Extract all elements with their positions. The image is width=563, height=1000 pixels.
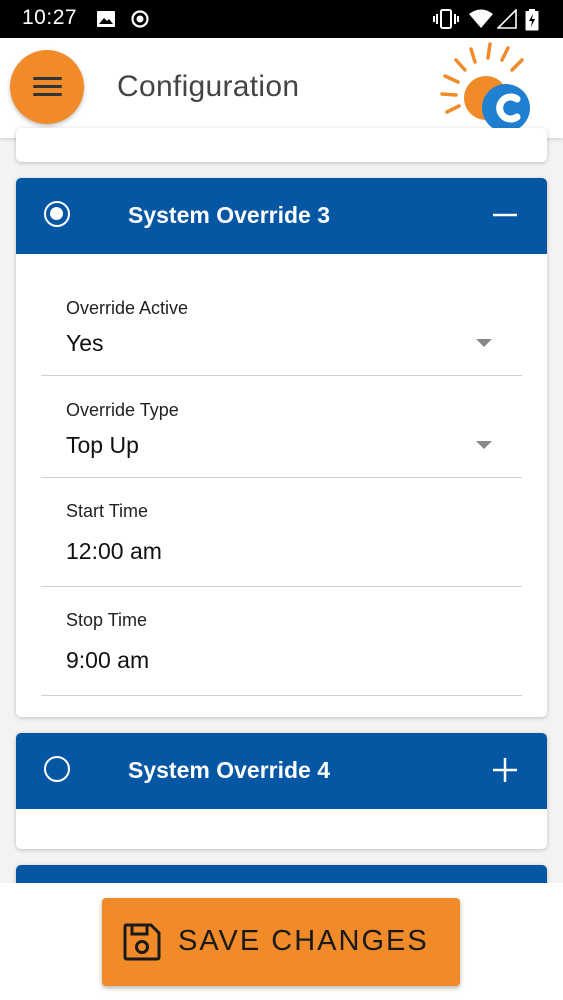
expand-plus-icon[interactable] bbox=[490, 755, 520, 785]
override-card-3-header[interactable]: System Override 3 bbox=[16, 178, 547, 254]
menu-button[interactable] bbox=[10, 50, 84, 124]
bottom-bar: SAVE CHANGES bbox=[0, 883, 563, 1000]
stop-time-label: Stop Time bbox=[66, 610, 148, 630]
start-time-value: 12:00 am bbox=[66, 538, 162, 564]
override-card-4: System Override 4 bbox=[16, 733, 547, 849]
override-type-value: Top Up bbox=[66, 432, 139, 458]
vibrate-icon bbox=[433, 9, 459, 29]
cell-signal-icon bbox=[497, 9, 517, 29]
status-time: 10:27 bbox=[22, 6, 78, 29]
status-bar: 10:27 bbox=[0, 0, 563, 38]
page-title: Configuration bbox=[117, 70, 300, 103]
stop-time-value: 9:00 am bbox=[66, 647, 150, 673]
save-changes-button[interactable]: SAVE CHANGES bbox=[102, 898, 460, 986]
wifi-icon bbox=[469, 9, 493, 28]
app-bar: Configuration bbox=[0, 38, 563, 138]
radio-unselected-icon[interactable] bbox=[44, 756, 70, 782]
stop-time-field[interactable]: Stop Time 9:00 am bbox=[41, 610, 522, 696]
start-time-field[interactable]: Start Time 12:00 am bbox=[41, 501, 522, 587]
save-icon bbox=[123, 923, 161, 961]
override-card-3: System Override 3 Override Active Yes Ov… bbox=[16, 178, 547, 717]
override-active-select[interactable]: Override Active Yes bbox=[41, 298, 522, 376]
save-changes-label: SAVE CHANGES bbox=[178, 925, 429, 957]
override-type-select[interactable]: Override Type Top Up bbox=[41, 400, 522, 478]
start-time-label: Start Time bbox=[66, 501, 149, 521]
radio-selected-icon[interactable] bbox=[44, 201, 70, 227]
record-icon bbox=[131, 10, 149, 28]
dropdown-arrow-icon bbox=[476, 339, 492, 347]
brand-logo bbox=[440, 42, 530, 132]
override-card-4-header[interactable]: System Override 4 bbox=[16, 733, 547, 809]
override-active-value: Yes bbox=[66, 330, 104, 356]
previous-override-card bbox=[16, 128, 547, 162]
dropdown-arrow-icon bbox=[476, 441, 492, 449]
override-card-4-title: System Override 4 bbox=[128, 757, 331, 783]
override-active-label: Override Active bbox=[66, 298, 189, 318]
override-type-label: Override Type bbox=[66, 400, 179, 420]
battery-charging-icon bbox=[525, 9, 539, 31]
menu-icon bbox=[33, 77, 62, 80]
override-card-3-title: System Override 3 bbox=[128, 202, 331, 228]
collapse-minus-icon[interactable] bbox=[490, 200, 520, 230]
image-icon bbox=[97, 11, 115, 27]
